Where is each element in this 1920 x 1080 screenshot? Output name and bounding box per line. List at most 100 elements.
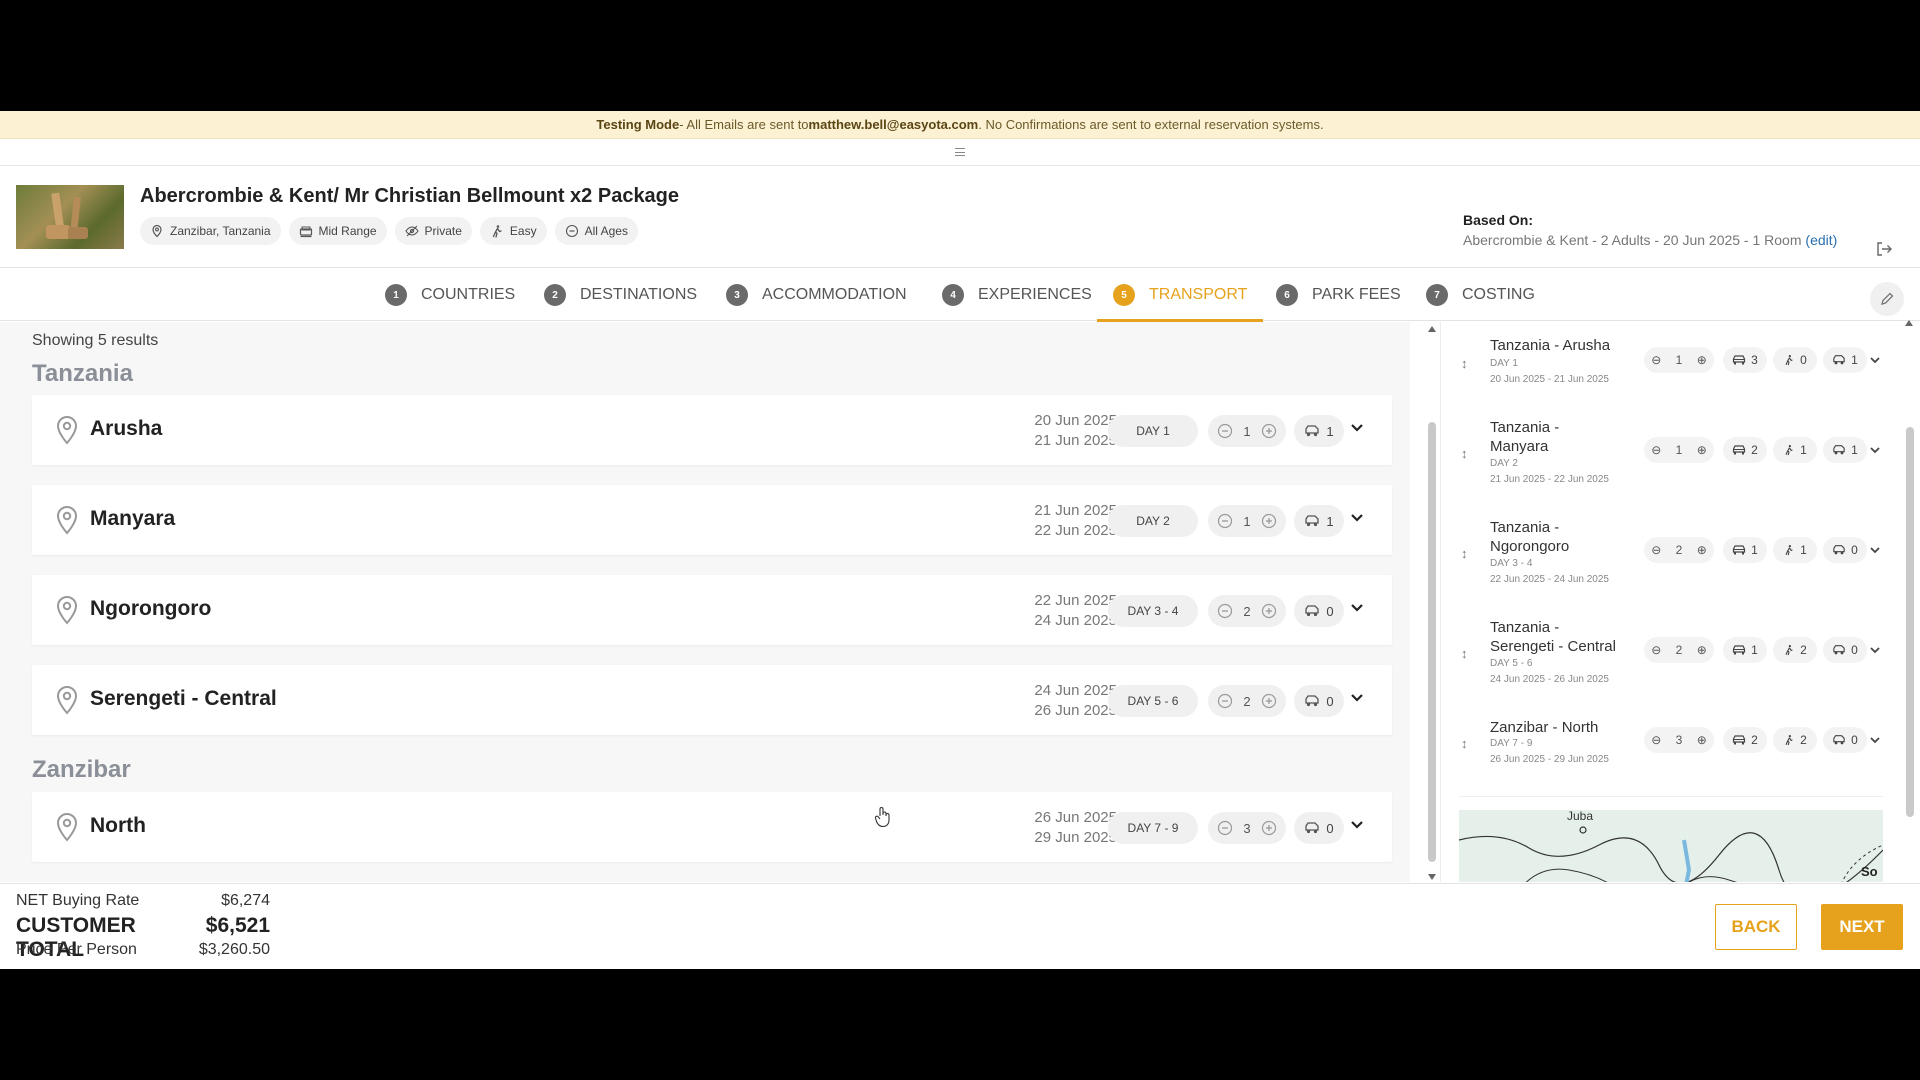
drag-handle-icon[interactable]: ↕ bbox=[1461, 736, 1468, 751]
hiker-icon bbox=[492, 225, 502, 238]
itinerary-item[interactable]: ↕ Zanzibar - North DAY 7 - 9 26 Jun 2025… bbox=[1461, 714, 1901, 774]
transfer-count-pill[interactable]: 1 bbox=[1773, 437, 1817, 463]
tab-label: COSTING bbox=[1462, 286, 1535, 303]
transfer-count-pill[interactable]: 0 bbox=[1773, 347, 1817, 373]
minus-circle-icon[interactable]: ⊖ bbox=[1651, 443, 1661, 457]
destination-card[interactable]: Ngorongoro 22 Jun 2025 24 Jun 2025 DAY 3 … bbox=[32, 575, 1392, 645]
plus-circle-icon[interactable] bbox=[1261, 820, 1277, 836]
vehicle-count-pill[interactable]: 0 bbox=[1823, 637, 1867, 663]
drag-handle-icon[interactable]: ↕ bbox=[1461, 646, 1468, 661]
itinerary-item[interactable]: ↕ Tanzania - Ngorongoro DAY 3 - 4 22 Jun… bbox=[1461, 514, 1901, 594]
price-per-person-value: $3,260.50 bbox=[198, 941, 270, 958]
scroll-down-arrow-icon[interactable] bbox=[1428, 874, 1436, 880]
route-map[interactable]: Juba So bbox=[1459, 810, 1883, 882]
chevron-down-icon[interactable] bbox=[1869, 646, 1881, 654]
vehicle-count-pill[interactable]: 0 bbox=[1294, 812, 1344, 844]
results-scrollbar[interactable] bbox=[1422, 322, 1442, 882]
exit-icon[interactable] bbox=[1876, 242, 1892, 261]
vehicle-icon bbox=[1833, 645, 1845, 655]
tab-transport[interactable]: 5 TRANSPORT bbox=[1096, 269, 1264, 322]
vehicle-count-pill[interactable]: 1 bbox=[1823, 437, 1867, 463]
transfer-count-pill[interactable]: 1 bbox=[1773, 537, 1817, 563]
minus-circle-icon[interactable]: ⊖ bbox=[1651, 643, 1661, 657]
itinerary-item[interactable]: ↕ Tanzania - Manyara DAY 2 21 Jun 2025 -… bbox=[1461, 414, 1901, 494]
scrollbar-thumb[interactable] bbox=[1428, 422, 1436, 862]
plus-circle-icon[interactable] bbox=[1261, 603, 1277, 619]
plus-circle-icon[interactable]: ⊕ bbox=[1697, 353, 1707, 367]
tab-destinations[interactable]: 2 DESTINATIONS bbox=[544, 269, 697, 321]
chevron-down-icon[interactable] bbox=[1869, 356, 1881, 364]
vehicle-count: 0 bbox=[1851, 543, 1858, 557]
minus-circle-icon[interactable] bbox=[1217, 513, 1233, 529]
minus-circle-icon[interactable]: ⊖ bbox=[1651, 733, 1661, 747]
drag-handle-icon[interactable]: ↕ bbox=[1461, 446, 1468, 461]
location-pin-icon bbox=[56, 595, 78, 625]
plus-circle-icon[interactable]: ⊕ bbox=[1697, 443, 1707, 457]
car-icon bbox=[1733, 445, 1746, 455]
itinerary-dates: 21 Jun 2025 - 22 Jun 2025 bbox=[1490, 474, 1609, 485]
chevron-down-icon[interactable] bbox=[1869, 546, 1881, 554]
plus-circle-icon[interactable]: ⊕ bbox=[1697, 543, 1707, 557]
chevron-down-icon[interactable] bbox=[1350, 513, 1364, 523]
vehicle-count-pill[interactable]: 0 bbox=[1823, 537, 1867, 563]
scroll-up-arrow-icon[interactable] bbox=[1428, 326, 1436, 332]
vehicle-count-pill[interactable]: 1 bbox=[1294, 505, 1344, 537]
plus-circle-icon[interactable] bbox=[1261, 693, 1277, 709]
car-icon bbox=[1733, 735, 1746, 745]
hamburger-menu-icon[interactable] bbox=[955, 148, 965, 156]
chevron-down-icon[interactable] bbox=[1869, 736, 1881, 744]
vehicle-count-pill[interactable]: 0 bbox=[1823, 727, 1867, 753]
destination-name: Ngorongoro bbox=[90, 597, 212, 620]
tab-costing[interactable]: 7 COSTING bbox=[1426, 269, 1535, 321]
country-heading-tanzania: Tanzania bbox=[32, 360, 133, 387]
tab-experiences[interactable]: 4 EXPERIENCES bbox=[942, 269, 1092, 321]
destination-card[interactable]: Serengeti - Central 24 Jun 2025 26 Jun 20… bbox=[32, 665, 1392, 735]
chevron-down-icon[interactable] bbox=[1350, 693, 1364, 703]
tab-countries[interactable]: 1 COUNTRIES bbox=[385, 269, 515, 321]
chevron-down-icon[interactable] bbox=[1350, 423, 1364, 433]
itinerary-summary-panel: ↕ Tanzania - Arusha DAY 1 20 Jun 2025 - … bbox=[1440, 322, 1920, 882]
itinerary-scrollbar[interactable] bbox=[1906, 427, 1914, 817]
based-on-edit-link[interactable]: (edit) bbox=[1805, 232, 1837, 248]
itinerary-item[interactable]: ↕ Tanzania - Serengeti - Central DAY 5 -… bbox=[1461, 614, 1901, 694]
next-button[interactable]: NEXT bbox=[1821, 904, 1903, 950]
destination-card[interactable]: Arusha 20 Jun 2025 21 Jun 2025 DAY 1 1 1 bbox=[32, 395, 1392, 465]
vehicle-count-pill[interactable]: 0 bbox=[1294, 685, 1344, 717]
plus-circle-icon[interactable] bbox=[1261, 513, 1277, 529]
vehicle-count-pill[interactable]: 1 bbox=[1823, 347, 1867, 373]
destination-dates: 20 Jun 2025 21 Jun 2025 bbox=[1007, 411, 1117, 451]
minus-circle-icon[interactable]: ⊖ bbox=[1651, 543, 1661, 557]
back-button[interactable]: BACK bbox=[1715, 904, 1797, 950]
car-count-pill[interactable]: 2 bbox=[1723, 727, 1767, 753]
plus-circle-icon[interactable] bbox=[1261, 423, 1277, 439]
minus-circle-icon[interactable] bbox=[1217, 603, 1233, 619]
chevron-down-icon[interactable] bbox=[1869, 446, 1881, 454]
car-count-pill[interactable]: 3 bbox=[1723, 347, 1767, 373]
drag-handle-icon[interactable]: ↕ bbox=[1461, 356, 1468, 371]
drag-handle-icon[interactable]: ↕ bbox=[1461, 546, 1468, 561]
car-count-pill[interactable]: 2 bbox=[1723, 437, 1767, 463]
plus-circle-icon[interactable]: ⊕ bbox=[1697, 643, 1707, 657]
destination-card[interactable]: Manyara 21 Jun 2025 22 Jun 2025 DAY 2 1 1 bbox=[32, 485, 1392, 555]
transfer-count-pill[interactable]: 2 bbox=[1773, 637, 1817, 663]
car-count-pill[interactable]: 1 bbox=[1723, 537, 1767, 563]
day-pill: DAY 5 - 6 bbox=[1108, 685, 1198, 717]
vehicle-count-pill[interactable]: 0 bbox=[1294, 595, 1344, 627]
car-count-pill[interactable]: 1 bbox=[1723, 637, 1767, 663]
plus-circle-icon[interactable]: ⊕ bbox=[1697, 733, 1707, 747]
minus-circle-icon[interactable] bbox=[1217, 423, 1233, 439]
itinerary-day: DAY 5 - 6 bbox=[1490, 658, 1533, 669]
package-thumbnail bbox=[16, 185, 124, 249]
minus-circle-icon[interactable] bbox=[1217, 820, 1233, 836]
scroll-up-arrow-icon[interactable] bbox=[1905, 320, 1913, 326]
tab-park-fees[interactable]: 6 PARK FEES bbox=[1276, 269, 1401, 321]
itinerary-item[interactable]: ↕ Tanzania - Arusha DAY 1 20 Jun 2025 - … bbox=[1461, 332, 1901, 402]
tab-accommodation[interactable]: 3 ACCOMMODATION bbox=[726, 269, 907, 321]
destination-card[interactable]: North 26 Jun 2025 29 Jun 2025 DAY 7 - 9 3… bbox=[32, 792, 1392, 862]
chevron-down-icon[interactable] bbox=[1350, 603, 1364, 613]
chevron-down-icon[interactable] bbox=[1350, 820, 1364, 830]
vehicle-count-pill[interactable]: 1 bbox=[1294, 415, 1344, 447]
transfer-count-pill[interactable]: 2 bbox=[1773, 727, 1817, 753]
minus-circle-icon[interactable]: ⊖ bbox=[1651, 353, 1661, 367]
minus-circle-icon[interactable] bbox=[1217, 693, 1233, 709]
